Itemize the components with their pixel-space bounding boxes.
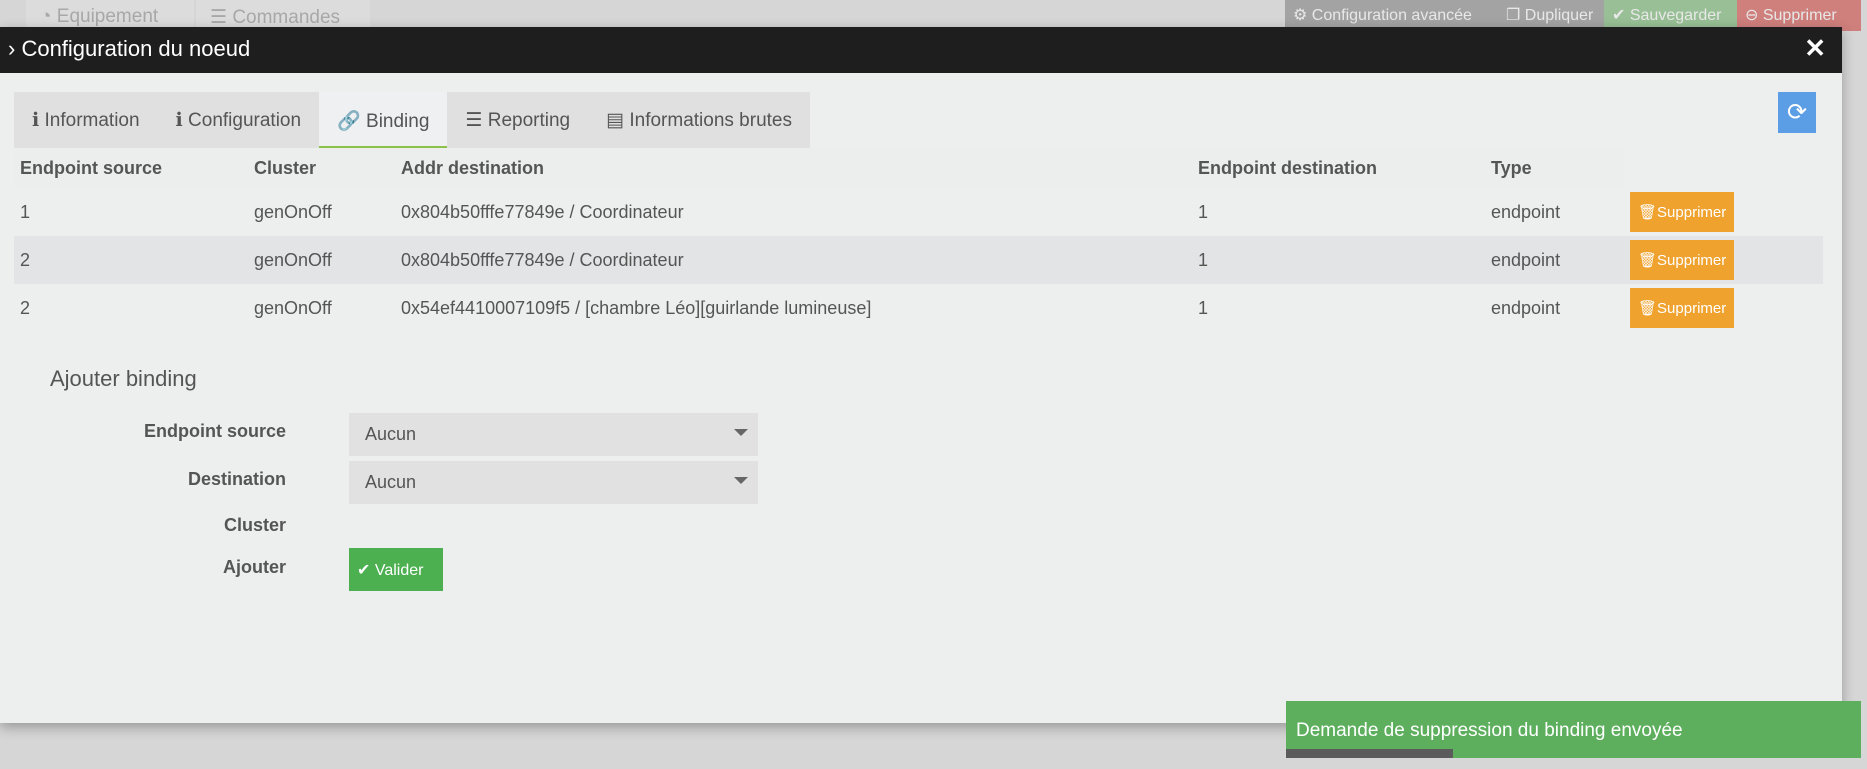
info-icon: ℹ [32, 110, 45, 131]
refresh-button[interactable]: ⟳ [1778, 92, 1816, 133]
add-binding-heading: Ajouter binding [50, 366, 197, 391]
destination-label: Destination [187, 469, 286, 489]
trash-icon: 🗑 [1638, 204, 1658, 221]
tab-information[interactable]: ℹ Information [14, 92, 158, 148]
validate-button[interactable]: ✔ Valider [349, 548, 443, 591]
list-icon: ☰ [210, 7, 233, 28]
destination-select[interactable]: Aucun [349, 461, 758, 504]
refresh-icon: ⟳ [1786, 99, 1808, 126]
modal-tabs: ℹ Information ℹ Configuration 🔗 Binding … [14, 92, 810, 148]
node-config-modal: › Configuration du noeud ✕ ℹ Information… [0, 27, 1842, 723]
tab-binding[interactable]: 🔗 Binding [319, 92, 448, 148]
delete-binding-button[interactable]: 🗑Supprimer [1630, 240, 1735, 280]
endpoint-source-select[interactable]: Aucun [349, 413, 758, 456]
modal-header: › Configuration du noeud ✕ [0, 27, 1842, 73]
minus-circle-icon: ⊖ [1745, 7, 1763, 24]
trash-icon: 🗑 [1638, 300, 1658, 317]
check-circle-icon: ✔ [1612, 7, 1630, 24]
table-row: 1 genOnOff 0x804b50fffe77849e / Coordinate… [14, 188, 1823, 236]
chevron-right-icon: › [8, 36, 22, 61]
tab-configuration[interactable]: ℹ Configuration [158, 92, 320, 148]
table-row: 2 genOnOff 0x804b50fffe77849e / Coordinate… [14, 236, 1823, 284]
binding-table: Endpoint source Cluster Addr destination… [14, 148, 1823, 332]
header-cluster: Cluster [248, 148, 395, 188]
copy-icon: ❐ [1506, 7, 1525, 24]
toast-progress-bar [1286, 749, 1453, 758]
dashboard-icon: ◔ [40, 6, 57, 27]
delete-binding-button[interactable]: 🗑Supprimer [1630, 192, 1735, 232]
tab-reporting[interactable]: ☰ Reporting [447, 92, 588, 148]
list-alt-icon: ▤ [606, 110, 630, 131]
table-row: 2 genOnOff 0x54ef4410007109f5 / [chambre L… [14, 284, 1823, 332]
gears-icon: ⚙ [1293, 7, 1312, 24]
info-icon: ℹ [175, 110, 189, 131]
header-endpoint-destination: Endpoint destination [1192, 148, 1485, 188]
caret-down-icon [734, 477, 748, 484]
add-label: Ajouter [223, 557, 286, 577]
delete-binding-button[interactable]: 🗑Supprimer [1630, 288, 1735, 328]
caret-down-icon [734, 429, 748, 436]
cluster-label: Cluster [223, 515, 286, 535]
link-icon: 🔗 [337, 111, 367, 132]
modal-title: Configuration du noeud [21, 36, 251, 61]
header-type: Type [1485, 148, 1624, 188]
trash-icon: 🗑 [1638, 252, 1658, 269]
endpoint-source-label: Endpoint source [143, 421, 286, 441]
close-icon[interactable]: ✕ [1804, 33, 1826, 64]
header-endpoint-source: Endpoint source [14, 148, 248, 188]
check-icon: ✔ [357, 562, 375, 579]
toast-notification: Demande de suppression du binding envoyé… [1286, 701, 1861, 758]
header-addr-destination: Addr destination [395, 148, 1192, 188]
tab-raw-info[interactable]: ▤ Informations brutes [588, 92, 810, 148]
bars-icon: ☰ [465, 110, 488, 131]
